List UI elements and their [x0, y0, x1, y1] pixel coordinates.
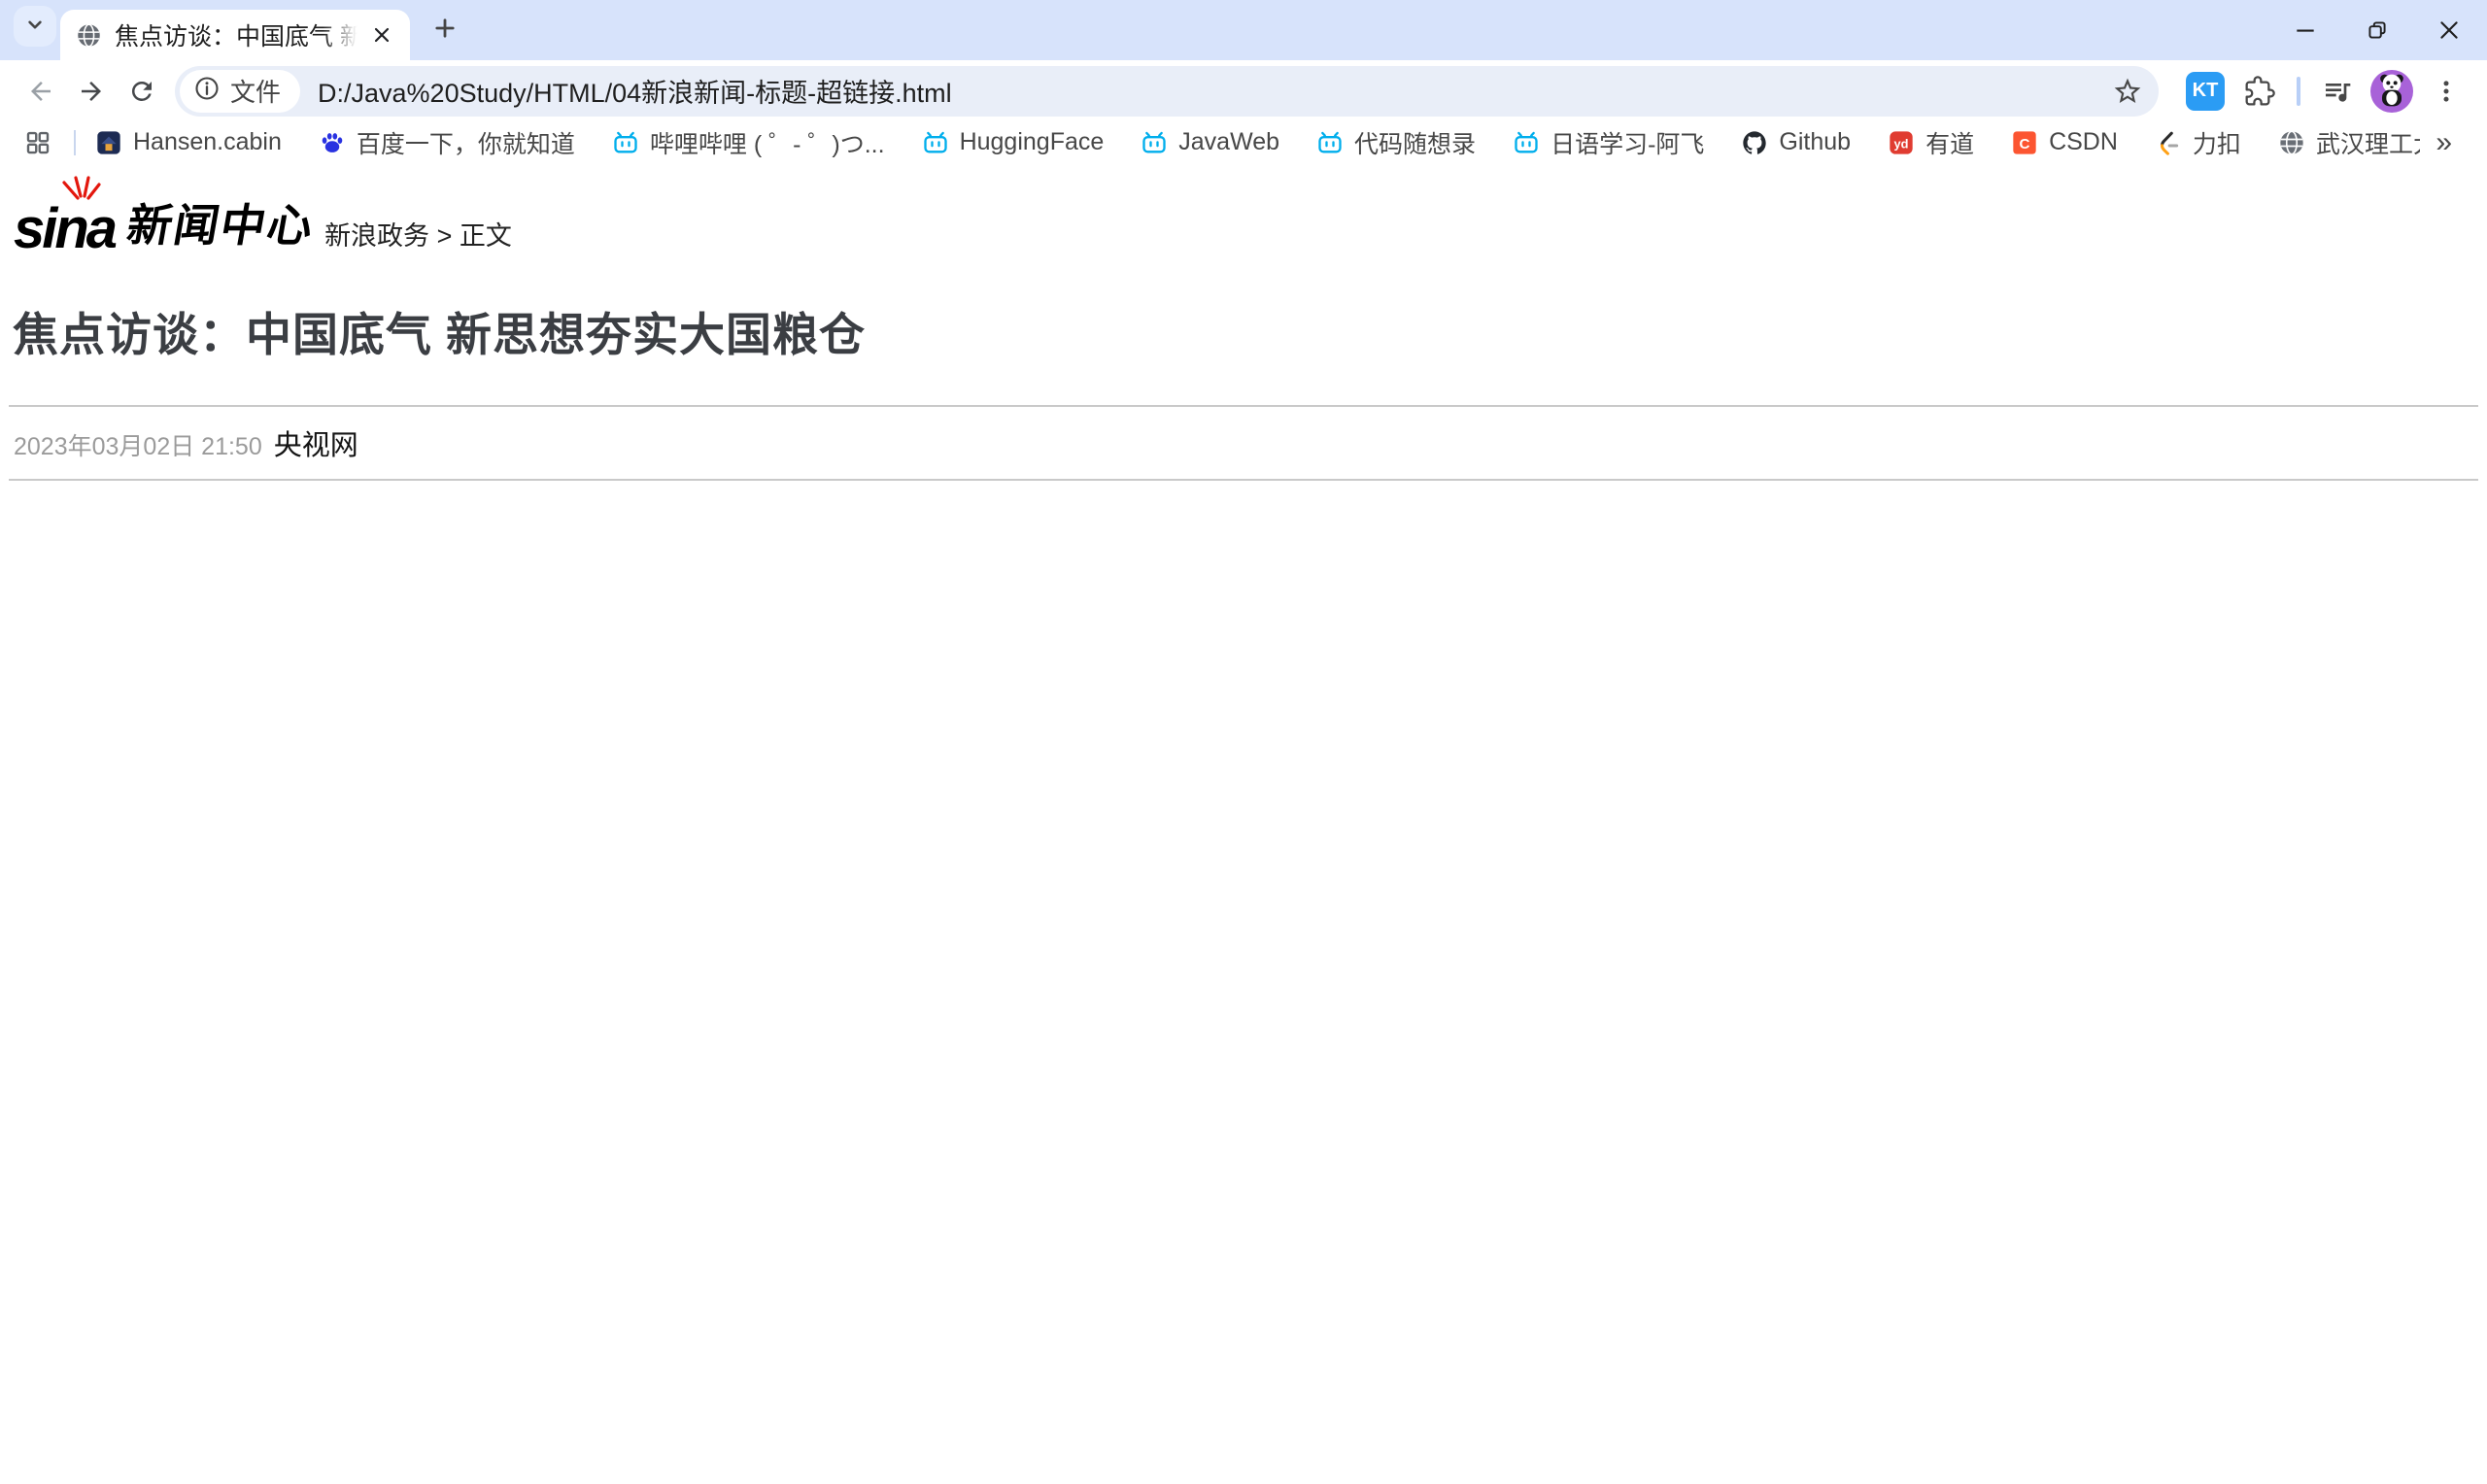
house-icon	[95, 129, 122, 156]
svg-text:yd: yd	[1894, 136, 1909, 151]
youdao-icon: yd	[1888, 129, 1915, 156]
tab-strip: 焦点访谈：中国底气 新思想夯实大国粮仓	[0, 0, 2487, 60]
bookmark-label: CSDN	[2049, 128, 2118, 155]
info-icon	[193, 75, 221, 107]
site-header: sina 新闻中心 新浪政务 > 正文	[0, 176, 2487, 260]
bookmark-item[interactable]: 武汉理工大学研究...	[2278, 125, 2420, 160]
forward-button[interactable]	[66, 66, 117, 117]
tab-title: 焦点访谈：中国底气 新思想夯实大国粮仓	[115, 23, 359, 51]
divider-bottom	[9, 479, 2478, 481]
news-center-logo-text: 新闻中心	[122, 200, 320, 251]
bookmarks-list: Hansen.cabin 百度一下，你就知道 哔哩哔哩 ( ゜- ゜)つ... Hug…	[95, 125, 2420, 160]
bookmark-item[interactable]: Hansen.cabin	[95, 128, 282, 156]
bookmark-label: 代码随想录	[1354, 130, 1477, 158]
bilibili-icon	[612, 129, 639, 156]
bookmark-label: 百度一下，你就知道	[356, 130, 575, 158]
bilibili-icon	[922, 129, 949, 156]
bilibili-icon	[1141, 129, 1168, 156]
bookmarks-separator	[74, 129, 76, 155]
globe-favicon-icon	[76, 22, 102, 49]
bookmark-label: 武汉理工大学研究...	[2315, 130, 2420, 158]
bookmark-item[interactable]: Github	[1741, 128, 1851, 156]
bookmarks-overflow-chevron[interactable]: »	[2420, 126, 2468, 159]
page-content: sina 新闻中心 新浪政务 > 正文 焦点访谈：中国底气 新思想夯实大国粮仓 …	[0, 167, 2487, 1484]
bookmark-star-icon[interactable]	[2106, 70, 2149, 113]
active-tab[interactable]: 焦点访谈：中国底气 新思想夯实大国粮仓	[60, 10, 410, 60]
apps-grid-icon[interactable]	[19, 124, 56, 161]
toolbar: 文件 D:/Java%20Study/HTML/04新浪新闻-标题-超链接.ht…	[0, 60, 2487, 121]
chevron-down-icon	[22, 12, 48, 42]
bookmark-item[interactable]: HuggingFace	[922, 128, 1105, 156]
tab-search-button[interactable]	[14, 6, 56, 47]
bookmark-label: 哔哩哔哩 ( ゜- ゜)つ...	[649, 130, 885, 158]
address-bar[interactable]: 文件 D:/Java%20Study/HTML/04新浪新闻-标题-超链接.ht…	[175, 65, 2159, 117]
bookmark-item[interactable]: C CSDN	[2011, 128, 2118, 156]
bookmark-item[interactable]: yd 有道	[1888, 125, 1974, 160]
bookmarks-bar: Hansen.cabin 百度一下，你就知道 哔哩哔哩 ( ゜- ゜)つ... Hug…	[0, 121, 2487, 167]
bookmark-item[interactable]: 力扣	[2155, 125, 2241, 160]
media-controls-icon[interactable]	[2314, 68, 2361, 115]
baidu-icon	[319, 129, 346, 156]
panda-avatar-icon	[2372, 70, 2411, 113]
menu-kebab-icon[interactable]	[2423, 68, 2470, 115]
sina-logo[interactable]: sina 新闻中心	[14, 176, 319, 260]
new-tab-button[interactable]	[424, 9, 466, 51]
bookmark-item[interactable]: JavaWeb	[1141, 128, 1279, 156]
article-headline: 焦点访谈：中国底气 新思想夯实大国粮仓	[13, 309, 867, 360]
profile-avatar[interactable]	[2370, 69, 2413, 113]
bookmark-item[interactable]: 代码随想录	[1316, 125, 1476, 160]
plus-icon	[431, 15, 459, 47]
restore-button[interactable]	[2363, 16, 2392, 45]
globe-icon	[2278, 129, 2305, 156]
bookmark-label: HuggingFace	[959, 128, 1105, 155]
window-controls	[2291, 0, 2464, 60]
close-window-button[interactable]	[2435, 16, 2464, 45]
extensions-puzzle-icon[interactable]	[2236, 68, 2283, 115]
bilibili-icon	[1316, 129, 1344, 156]
sina-logo-text: sina	[14, 196, 118, 260]
publish-time: 2023年03月02日 21:50	[14, 433, 262, 460]
file-chip-label: 文件	[230, 78, 282, 107]
file-chip[interactable]: 文件	[180, 69, 301, 113]
bilibili-icon	[1513, 129, 1540, 156]
bookmark-label: JavaWeb	[1178, 128, 1280, 155]
bookmark-label: 日语学习-阿飞	[1550, 130, 1705, 158]
bookmark-item[interactable]: 日语学习-阿飞	[1513, 125, 1704, 160]
article-meta: 2023年03月02日 21:50 央视网	[0, 407, 2487, 479]
bookmark-item[interactable]: 哔哩哔哩 ( ゜- ゜)つ...	[612, 125, 885, 160]
breadcrumb[interactable]: 新浪政务 > 正文	[324, 215, 512, 254]
sina-eye-lashes-icon	[58, 175, 101, 209]
bookmark-item[interactable]: 百度一下，你就知道	[319, 125, 575, 160]
github-icon	[1741, 129, 1768, 156]
bookmark-label: Hansen.cabin	[133, 128, 282, 155]
extension-kt-icon[interactable]: KT	[2186, 71, 2225, 111]
minimize-button[interactable]	[2291, 16, 2320, 45]
reload-button[interactable]	[117, 66, 167, 117]
bookmark-label: Github	[1779, 128, 1852, 155]
browser-window: 焦点访谈：中国底气 新思想夯实大国粮仓	[0, 0, 2487, 1484]
bookmark-label: 有道	[1925, 130, 1975, 158]
url-text[interactable]: D:/Java%20Study/HTML/04新浪新闻-标题-超链接.html	[318, 72, 2106, 110]
back-button[interactable]	[16, 66, 66, 117]
svg-text:C: C	[2020, 135, 2030, 152]
bookmark-label: 力扣	[2192, 130, 2241, 158]
source-name[interactable]: 央视网	[274, 422, 358, 463]
leetcode-icon	[2155, 129, 2182, 156]
tab-close-icon[interactable]	[367, 20, 396, 50]
toolbar-separator	[2297, 76, 2300, 106]
csdn-icon: C	[2011, 129, 2038, 156]
